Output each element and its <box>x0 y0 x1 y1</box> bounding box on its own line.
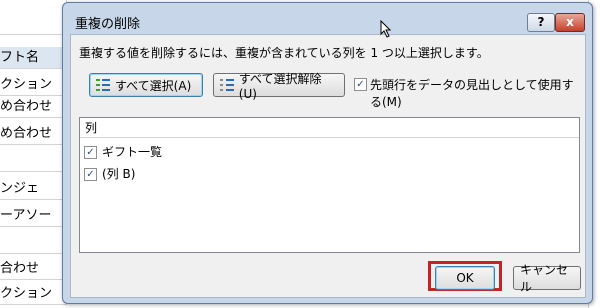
ok-button[interactable]: OK <box>435 266 495 290</box>
instruction-text: 重複する値を削除するには、重複が含まれている列を 1 つ以上選択します。 <box>79 46 489 60</box>
column-checkbox[interactable]: ✓ <box>84 146 97 159</box>
header-row-checkbox[interactable]: ✓ <box>354 78 367 91</box>
column-item-label: ギフト一覧 <box>102 145 163 159</box>
remove-duplicates-dialog: 重複の削除 ? x 重複する値を削除するには、重複が含まれている列を 1 つ以上… <box>62 2 593 304</box>
sheet-cell: クション <box>0 74 67 96</box>
dialog-body: 重複する値を削除するには、重複が含まれている列を 1 つ以上選択します。 すべて… <box>70 34 586 298</box>
column-list-header: 列 <box>80 118 579 138</box>
sheet-cell: 合わせ <box>0 258 67 280</box>
sheet-cell: め合わせ <box>0 123 67 145</box>
column-list: 列 ✓ ギフト一覧 ✓ (列 B) <box>79 117 580 253</box>
sheet-cell: クション <box>0 283 67 305</box>
column-checkbox[interactable]: ✓ <box>84 168 97 181</box>
sheet-cell <box>0 232 67 254</box>
unselect-all-label: すべて選択解除(U) <box>238 71 322 101</box>
dialog-title: 重複の削除 <box>75 17 141 32</box>
unselect-all-button[interactable]: すべて選択解除(U) <box>213 72 345 101</box>
spreadsheet-background: フト名 クション め合わせ め合わせ ンジェ ーアソー 合わせ クション <box>0 0 70 308</box>
sheet-cell <box>0 0 67 35</box>
sheet-cell: め合わせ <box>0 96 67 118</box>
sheet-cell: ーアソー <box>0 205 67 227</box>
help-button[interactable]: ? <box>527 13 555 32</box>
cancel-button[interactable]: キャンセル <box>513 263 581 294</box>
mouse-cursor-icon <box>380 20 392 38</box>
sheet-cell <box>0 150 67 172</box>
close-button[interactable]: x <box>555 13 585 32</box>
select-all-label: すべて選択(A) <box>115 78 192 93</box>
column-item-label: (列 B) <box>102 167 136 181</box>
unselect-all-icon <box>220 78 234 92</box>
header-row-label: 先頭行をデータの見出しとして使用する(M) <box>370 78 574 109</box>
select-all-button[interactable]: すべて選択(A) <box>89 73 203 97</box>
select-all-icon <box>96 78 110 92</box>
sheet-cell-header: フト名 <box>0 47 67 69</box>
sheet-cell: ンジェ <box>0 178 67 200</box>
